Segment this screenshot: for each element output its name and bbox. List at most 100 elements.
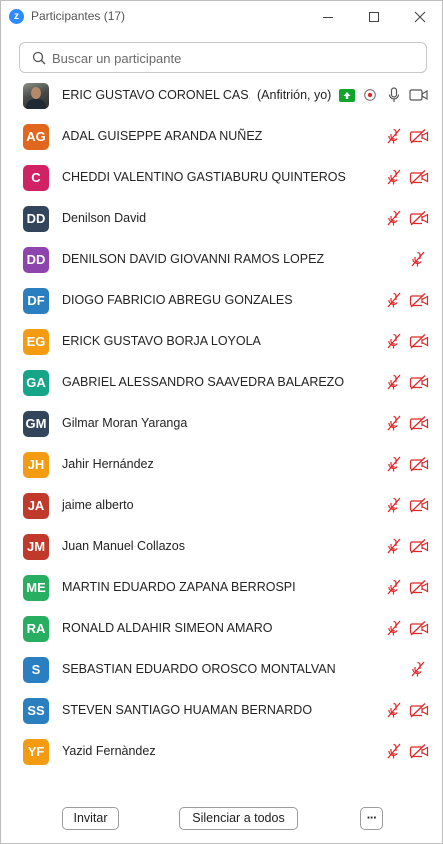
mic-muted-icon[interactable] xyxy=(387,333,401,349)
video-off-icon[interactable] xyxy=(409,457,429,472)
participant-row[interactable]: JM Juan Manuel Collazos xyxy=(1,526,442,567)
video-off-icon[interactable] xyxy=(409,703,429,718)
window-title: Participantes (17) xyxy=(31,9,126,23)
avatar: DD xyxy=(23,206,49,232)
video-off-icon[interactable] xyxy=(409,621,429,636)
video-off-icon[interactable] xyxy=(409,334,429,349)
video-off-icon[interactable] xyxy=(409,498,429,513)
mic-muted-icon[interactable] xyxy=(387,292,401,308)
video-off-icon[interactable] xyxy=(409,539,429,554)
participant-name: STEVEN SANTIAGO HUAMAN BERNARDO xyxy=(62,703,313,717)
video-on-icon[interactable] xyxy=(409,88,429,102)
participant-name: DIOGO FABRICIO ABREGU GONZALES xyxy=(62,293,293,307)
more-options-button[interactable]: ··· xyxy=(360,807,383,830)
participant-row[interactable]: SS STEVEN SANTIAGO HUAMAN BERNARDO xyxy=(1,690,442,731)
video-off-icon[interactable] xyxy=(409,580,429,595)
participant-name: Denilson David xyxy=(62,211,147,225)
mic-muted-icon[interactable] xyxy=(387,538,401,554)
participant-row[interactable]: RA RONALD ALDAHIR SIMEON AMARO xyxy=(1,608,442,649)
participant-name: CHEDDI VALENTINO GASTIABURU QUINTEROS xyxy=(62,170,346,184)
mic-muted-icon[interactable] xyxy=(387,169,401,185)
participant-name: ADAL GUISEPPE ARANDA NUÑEZ xyxy=(62,129,263,143)
participants-window: z Participantes (17) ERIC GUSTAVO CORONE… xyxy=(0,0,443,844)
invite-button[interactable]: Invitar xyxy=(62,807,119,830)
participant-row[interactable]: JA jaime alberto xyxy=(1,485,442,526)
participant-row[interactable]: DD Denilson David xyxy=(1,198,442,239)
participant-name: jaime alberto xyxy=(62,498,134,512)
avatar: GM xyxy=(23,411,49,437)
mic-muted-icon[interactable] xyxy=(411,251,425,267)
participant-row[interactable]: ME MARTIN EDUARDO ZAPANA BERROSPI xyxy=(1,567,442,608)
participant-row[interactable]: DF DIOGO FABRICIO ABREGU GONZALES xyxy=(1,280,442,321)
participant-name: SEBASTIAN EDUARDO OROSCO MONTALVAN xyxy=(62,662,336,676)
participant-name: ERICK GUSTAVO BORJA LOYOLA xyxy=(62,334,261,348)
mic-muted-icon[interactable] xyxy=(387,456,401,472)
share-screen-icon xyxy=(339,89,355,102)
mic-muted-icon[interactable] xyxy=(411,661,425,677)
search-input[interactable] xyxy=(50,48,410,68)
avatar: JM xyxy=(23,534,49,560)
participant-row[interactable]: GA GABRIEL ALESSANDRO SAAVEDRA BALAREZO xyxy=(1,362,442,403)
avatar: C xyxy=(23,165,49,191)
video-off-icon[interactable] xyxy=(409,375,429,390)
video-off-icon[interactable] xyxy=(409,416,429,431)
participant-name: RONALD ALDAHIR SIMEON AMARO xyxy=(62,621,273,635)
video-off-icon[interactable] xyxy=(409,211,429,226)
participant-row[interactable]: YF Yazid Fernàndez xyxy=(1,731,442,772)
mute-all-button[interactable]: Silenciar a todos xyxy=(179,807,298,830)
avatar: YF xyxy=(23,739,49,765)
host-avatar xyxy=(23,83,49,109)
mic-muted-icon[interactable] xyxy=(387,743,401,759)
avatar: DD xyxy=(23,247,49,273)
participant-row[interactable]: EG ERICK GUSTAVO BORJA LOYOLA xyxy=(1,321,442,362)
video-off-icon[interactable] xyxy=(409,129,429,144)
minimize-icon xyxy=(323,17,333,18)
participant-row[interactable]: DD DENILSON DAVID GIOVANNI RAMOS LOPEZ xyxy=(1,239,442,280)
avatar: JH xyxy=(23,452,49,478)
maximize-icon xyxy=(369,12,379,22)
mic-muted-icon[interactable] xyxy=(387,210,401,226)
mic-muted-icon[interactable] xyxy=(387,497,401,513)
avatar: EG xyxy=(23,329,49,355)
minimize-button[interactable] xyxy=(305,1,351,33)
participant-name: Yazid Fernàndez xyxy=(62,744,156,758)
participant-name: Jahir Hernández xyxy=(62,457,154,471)
search-box[interactable] xyxy=(19,42,427,73)
avatar: GA xyxy=(23,370,49,396)
participant-row[interactable]: S SEBASTIAN EDUARDO OROSCO MONTALVAN xyxy=(1,649,442,690)
participant-name: Juan Manuel Collazos xyxy=(62,539,185,553)
video-off-icon[interactable] xyxy=(409,293,429,308)
mic-muted-icon[interactable] xyxy=(387,374,401,390)
participant-list: ERIC GUSTAVO CORONEL CAS... (Anfitrión, … xyxy=(1,75,442,772)
mic-muted-icon[interactable] xyxy=(387,128,401,144)
mic-muted-icon[interactable] xyxy=(387,620,401,636)
participant-row[interactable]: GM Gilmar Moran Yaranga xyxy=(1,403,442,444)
participant-row[interactable]: JH Jahir Hernández xyxy=(1,444,442,485)
video-off-icon[interactable] xyxy=(409,170,429,185)
avatar: DF xyxy=(23,288,49,314)
maximize-button[interactable] xyxy=(351,1,397,33)
participant-name: GABRIEL ALESSANDRO SAAVEDRA BALAREZO xyxy=(62,375,345,389)
mic-muted-icon[interactable] xyxy=(387,579,401,595)
record-icon xyxy=(364,89,376,101)
avatar: SS xyxy=(23,698,49,724)
host-role-label: (Anfitrión, yo) xyxy=(257,88,332,102)
close-button[interactable] xyxy=(397,1,443,33)
participant-name: MARTIN EDUARDO ZAPANA BERROSPI xyxy=(62,580,296,594)
mic-muted-icon[interactable] xyxy=(387,415,401,431)
avatar: ME xyxy=(23,575,49,601)
avatar: AG xyxy=(23,124,49,150)
title-bar[interactable]: z Participantes (17) xyxy=(1,1,442,33)
participant-row[interactable]: C CHEDDI VALENTINO GASTIABURU QUINTEROS xyxy=(1,157,442,198)
host-name: ERIC GUSTAVO CORONEL CAS... xyxy=(62,88,250,102)
zoom-logo-icon: z xyxy=(9,9,24,24)
mic-on-icon[interactable] xyxy=(388,87,400,103)
video-off-icon[interactable] xyxy=(409,744,429,759)
avatar: RA xyxy=(23,616,49,642)
mic-muted-icon[interactable] xyxy=(387,702,401,718)
participant-name: DENILSON DAVID GIOVANNI RAMOS LOPEZ xyxy=(62,252,325,266)
participant-row[interactable]: AG ADAL GUISEPPE ARANDA NUÑEZ xyxy=(1,116,442,157)
avatar: S xyxy=(23,657,49,683)
participant-row-host[interactable]: ERIC GUSTAVO CORONEL CAS... (Anfitrión, … xyxy=(1,75,442,116)
close-icon xyxy=(414,11,426,23)
